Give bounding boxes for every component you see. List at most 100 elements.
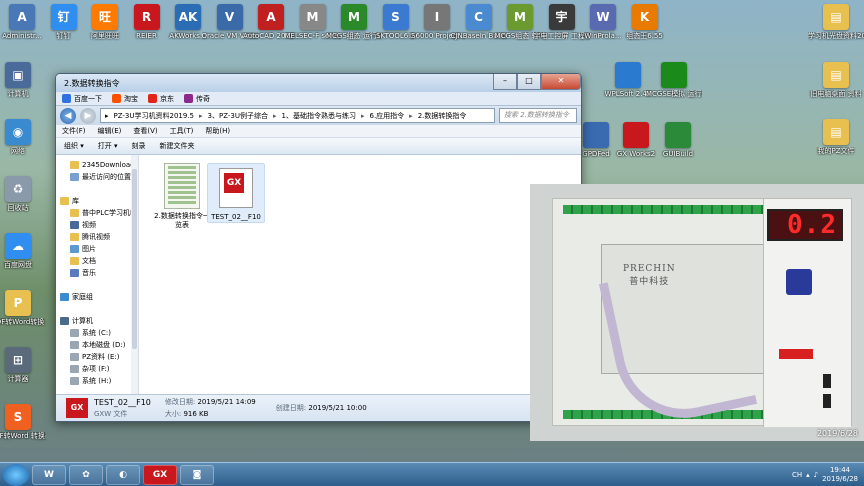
toolbar-button[interactable]: 刻录: [132, 141, 146, 151]
taskbar-app[interactable]: ✿: [69, 464, 103, 485]
nav-item[interactable]: 杂项 (F:): [56, 363, 138, 375]
desktop-icon[interactable]: ☁ 百度网盘: [0, 233, 46, 270]
desktop-icon[interactable]: MCGSE模拟 运行环境: [646, 62, 702, 99]
breadcrumb-item[interactable]: 6.应用指令: [369, 111, 404, 121]
nav-item[interactable]: 系统 (C:): [56, 327, 138, 339]
navigation-row: ◀ ▶ ▸ PZ-3U学习机资料2019.5 ▸ 3、PZ-3U例子综合 ▸ 1、基础指令…: [56, 106, 581, 125]
nav-item[interactable]: [56, 303, 138, 315]
nav-item[interactable]: 视频: [56, 219, 138, 231]
breadcrumb-item[interactable]: 3、PZ-3U例子综合: [208, 111, 268, 121]
camera-overlay: PRECHIN 普中科技 0.2 2019/6/28: [530, 184, 864, 441]
menu-item[interactable]: 编辑(E): [98, 126, 122, 136]
desktop-icon-label: 旧电脑桌面 资料: [810, 90, 862, 98]
desktop-icon-label: 学习机光盘资料2017.12: [808, 32, 864, 40]
menu-item[interactable]: 查看(V): [133, 126, 157, 136]
desktop-icon[interactable]: ▤ 学习机光盘资料2017.12: [808, 4, 864, 41]
nav-item[interactable]: 库: [56, 195, 138, 207]
explorer-window[interactable]: 2.数据转换指令 – □ ✕ 百度一下 淘宝 京东 传奇 ◀ ▶ ▸ PZ-3U学习机资…: [55, 73, 582, 422]
nav-item[interactable]: 最近访问的位置: [56, 171, 138, 183]
file-item[interactable]: 2.数据转换指令一览表: [153, 163, 211, 230]
desktop-icon[interactable]: ⊞ 计算器: [0, 347, 46, 384]
nav-item[interactable]: 家庭组: [56, 291, 138, 303]
breadcrumb-item[interactable]: 2.数据转换指令: [418, 111, 467, 121]
nav-item[interactable]: 图片: [56, 243, 138, 255]
app-icon: ▤: [823, 62, 849, 88]
maximize-button[interactable]: □: [517, 74, 541, 90]
toolbar-button[interactable]: 组织 ▾: [64, 141, 84, 151]
menu-item[interactable]: 帮助(H): [205, 126, 230, 136]
toolbar-button[interactable]: 打开 ▾: [98, 141, 118, 151]
desktop-icon[interactable]: ▤ 旧电脑桌面 资料: [808, 62, 864, 99]
desktop-icon[interactable]: S PDF转Word 转换器V6.2: [0, 404, 46, 441]
app-icon: [665, 122, 691, 148]
nav-item-icon: [70, 341, 79, 349]
desktop-icon-label: MCGSE模拟 运行环境: [646, 90, 702, 98]
volume-icon[interactable]: ♪: [814, 471, 818, 479]
app-icon: 钉: [50, 4, 77, 30]
favorite-icon: [112, 94, 121, 103]
desktop-icon-label: 网络: [11, 147, 25, 155]
nav-item[interactable]: PZ资料 (E:): [56, 351, 138, 363]
clock[interactable]: 19:44 2019/6/28: [822, 466, 858, 484]
modified-value: 2019/5/21 14:09: [197, 398, 256, 406]
menu-item[interactable]: 工具(T): [170, 126, 194, 136]
taskbar-app[interactable]: GX: [143, 464, 177, 485]
menu-bar: 文件(F) 编辑(E) 查看(V) 工具(T) 帮助(H): [56, 125, 581, 138]
nav-scrollbar[interactable]: [131, 155, 138, 394]
search-input[interactable]: 搜索 2.数据转换指令: [499, 108, 577, 123]
desktop-icon-label: PDF转Word转换: [0, 318, 45, 326]
desktop-icon[interactable]: K 组态王6.55: [617, 4, 673, 41]
file-item[interactable]: GX TEST_02__F10: [207, 163, 265, 223]
nav-item[interactable]: 文档: [56, 255, 138, 267]
menu-item[interactable]: 文件(F): [62, 126, 86, 136]
language-indicator[interactable]: CH: [792, 471, 802, 479]
desktop-icon-label: 组态王6.55: [626, 32, 663, 40]
forward-button[interactable]: ▶: [80, 107, 96, 124]
nav-item-label: 视频: [82, 221, 96, 229]
taskbar-app[interactable]: W: [32, 464, 66, 485]
back-button[interactable]: ◀: [60, 107, 76, 124]
nav-item[interactable]: 系统 (H:): [56, 375, 138, 387]
minimize-button[interactable]: –: [493, 74, 517, 90]
favorite-link[interactable]: 传奇: [184, 94, 210, 104]
nav-item-label: 文档: [82, 257, 96, 265]
app-icon: M: [507, 4, 533, 30]
favorite-icon: [62, 94, 71, 103]
nav-item[interactable]: [56, 183, 138, 195]
network-icon[interactable]: ▴: [806, 471, 810, 479]
desktop-icon[interactable]: ▤ 我的PZ文件: [808, 119, 864, 156]
nav-item[interactable]: 本地磁盘 (D:): [56, 339, 138, 351]
favorite-link[interactable]: 京东: [148, 94, 174, 104]
nav-item[interactable]: 普中PLC学习机P: [56, 207, 138, 219]
favorite-label: 传奇: [196, 94, 210, 103]
nav-item-icon: [60, 293, 69, 301]
title-bar[interactable]: 2.数据转换指令 – □ ✕: [56, 74, 581, 92]
nav-item[interactable]: 音乐: [56, 267, 138, 279]
taskbar-app[interactable]: ◐: [106, 464, 140, 485]
favorite-link[interactable]: 淘宝: [112, 94, 138, 104]
app-icon: ▤: [823, 4, 849, 30]
nav-item[interactable]: 腾讯视频: [56, 231, 138, 243]
address-bar[interactable]: ▸ PZ-3U学习机资料2019.5 ▸ 3、PZ-3U例子综合 ▸ 1、基础指令熟悉与练…: [100, 108, 495, 123]
breadcrumb-separator: ▸: [409, 111, 413, 120]
toolbar-button[interactable]: 新建文件夹: [160, 141, 195, 151]
desktop-icon[interactable]: ◉ 网络: [0, 119, 46, 156]
desktop-icon[interactable]: P PDF转Word转换: [0, 290, 46, 327]
desktop-icon[interactable]: ▣ 计算机: [0, 62, 46, 99]
breadcrumb-item[interactable]: 1、基础指令熟悉与练习: [282, 111, 356, 121]
app-icon: S: [382, 4, 409, 30]
nav-item[interactable]: 计算机: [56, 315, 138, 327]
desktop-icon[interactable]: ♻ 回收站: [0, 176, 46, 213]
breadcrumb-separator: ▸: [199, 111, 203, 120]
favorite-link[interactable]: 百度一下: [62, 94, 102, 104]
details-pane: GX TEST_02__F10 GXW 文件 修改日期: 2019/5/21 1…: [56, 394, 581, 421]
toggle-switch: [823, 394, 831, 408]
close-button[interactable]: ✕: [541, 74, 581, 90]
taskbar-app[interactable]: ◙: [180, 464, 214, 485]
breadcrumb-item[interactable]: PZ-3U学习机资料2019.5: [114, 111, 195, 121]
nav-item[interactable]: 2345Download: [56, 159, 138, 171]
favorites-bar: 百度一下 淘宝 京东 传奇: [56, 92, 581, 106]
nav-item-icon: [60, 317, 69, 325]
start-button[interactable]: [3, 463, 29, 486]
nav-item[interactable]: [56, 279, 138, 291]
